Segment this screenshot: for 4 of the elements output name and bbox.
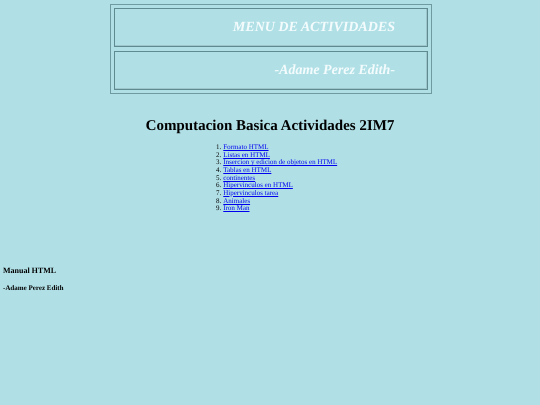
author-name: -Adame Perez Edith- (274, 62, 395, 78)
section-title: Manual HTML (3, 266, 58, 275)
page-heading: Computacion Basica Actividades 2IM7 (144, 118, 396, 135)
menu-title: MENU DE ACTIVIDADES (232, 20, 395, 36)
